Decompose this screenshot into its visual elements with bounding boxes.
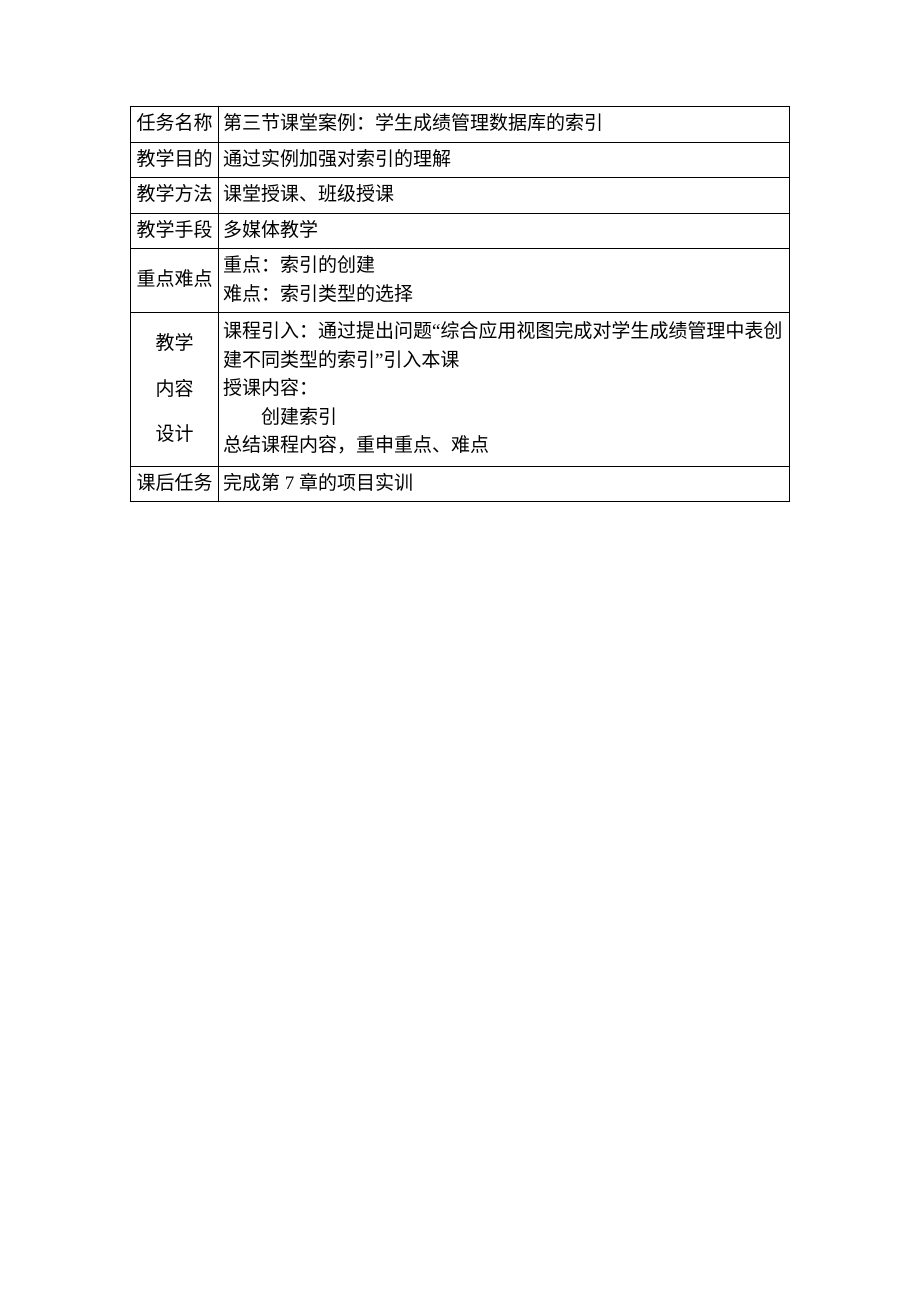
row-label-homework: 课后任务 xyxy=(131,466,219,502)
keypoint-line: 难点：索引类型的选择 xyxy=(223,281,785,310)
design-label-part: 教学 xyxy=(131,321,218,367)
design-line: 总结课程内容，重申重点、难点 xyxy=(223,432,785,461)
row-label-keypoints: 重点难点 xyxy=(131,249,219,313)
table-row: 任务名称 第三节课堂案例：学生成绩管理数据库的索引 xyxy=(131,107,790,143)
design-subline: 创建索引 xyxy=(223,404,785,433)
row-value-objective: 通过实例加强对索引的理解 xyxy=(219,142,790,178)
row-value-means: 多媒体教学 xyxy=(219,213,790,249)
row-label-method: 教学方法 xyxy=(131,178,219,214)
table-row: 重点难点 重点：索引的创建 难点：索引类型的选择 xyxy=(131,249,790,313)
row-value-design: 课程引入：通过提出问题“综合应用视图完成对学生成绩管理中表创建不同类型的索引”引… xyxy=(219,313,790,467)
row-value-homework: 完成第 7 章的项目实训 xyxy=(219,466,790,502)
table-row: 教学方法 课堂授课、班级授课 xyxy=(131,178,790,214)
row-label-means: 教学手段 xyxy=(131,213,219,249)
lesson-plan-table: 任务名称 第三节课堂案例：学生成绩管理数据库的索引 教学目的 通过实例加强对索引… xyxy=(130,106,790,502)
row-label-objective: 教学目的 xyxy=(131,142,219,178)
row-label-design: 教学 内容 设计 xyxy=(131,313,219,467)
design-label-part: 内容 xyxy=(131,367,218,413)
row-value-task-name: 第三节课堂案例：学生成绩管理数据库的索引 xyxy=(219,107,790,143)
keypoint-line: 重点：索引的创建 xyxy=(223,252,785,281)
table-row: 教学目的 通过实例加强对索引的理解 xyxy=(131,142,790,178)
row-label-task-name: 任务名称 xyxy=(131,107,219,143)
design-label-part: 设计 xyxy=(131,412,218,458)
table-row: 课后任务 完成第 7 章的项目实训 xyxy=(131,466,790,502)
table-row: 教学 内容 设计 课程引入：通过提出问题“综合应用视图完成对学生成绩管理中表创建… xyxy=(131,313,790,467)
design-line: 授课内容： xyxy=(223,375,785,404)
row-value-method: 课堂授课、班级授课 xyxy=(219,178,790,214)
table-row: 教学手段 多媒体教学 xyxy=(131,213,790,249)
design-line: 课程引入：通过提出问题“综合应用视图完成对学生成绩管理中表创建不同类型的索引”引… xyxy=(223,318,785,375)
row-value-keypoints: 重点：索引的创建 难点：索引类型的选择 xyxy=(219,249,790,313)
